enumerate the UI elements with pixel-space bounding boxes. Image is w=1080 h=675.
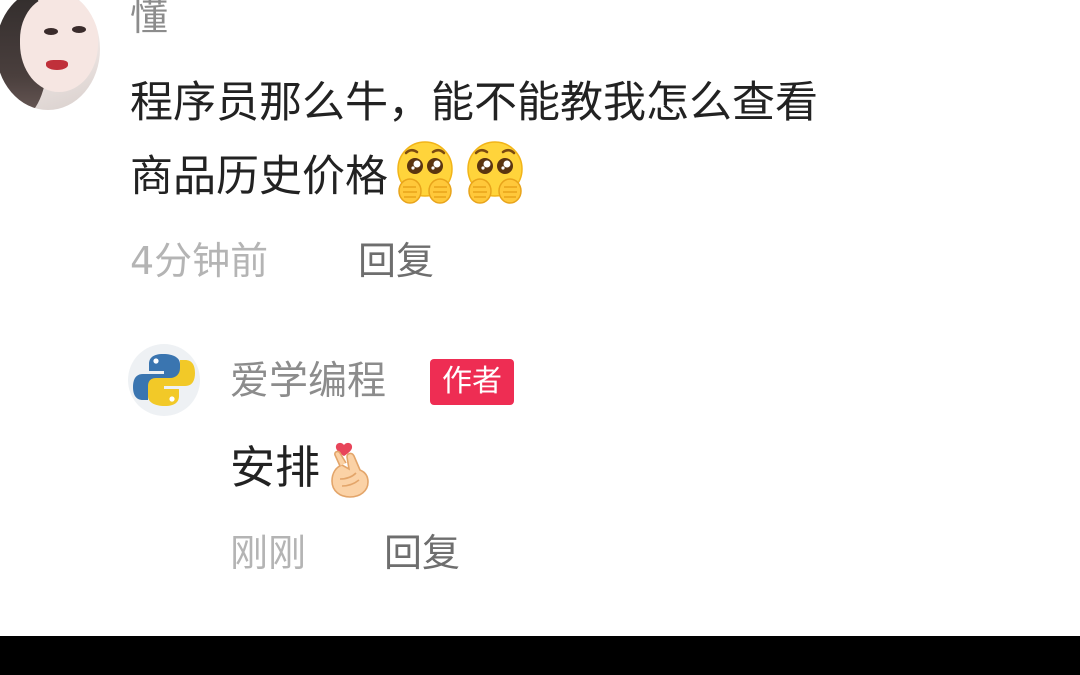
- bottom-black-bar: [0, 636, 1080, 675]
- comment-text-line2-wrap: 商品历史价格: [130, 139, 1030, 213]
- reply-timestamp: 刚刚: [230, 531, 307, 575]
- author-username[interactable]: 爱学编程: [230, 358, 386, 406]
- pleading-face-emoji-icon: [397, 141, 453, 204]
- comment-text-line2: 商品历史价格: [130, 152, 388, 202]
- pleading-face-emoji-icon: [467, 141, 523, 204]
- author-badge: 作者: [430, 359, 514, 405]
- comment-list: 懂 程序员那么牛，能不能教我怎么查看 商品历史价格 4分钟前 回复 爱学编程 作…: [0, 0, 1080, 636]
- comment-username[interactable]: 懂: [130, 0, 168, 40]
- screen: 懂 程序员那么牛，能不能教我怎么查看 商品历史价格 4分钟前 回复 爱学编程 作…: [0, 0, 1080, 675]
- author-avatar[interactable]: [128, 344, 200, 416]
- reply-button[interactable]: 回复: [358, 238, 434, 284]
- user-avatar[interactable]: [0, 0, 100, 110]
- comment-text-line1: 程序员那么牛，能不能教我怎么查看: [130, 78, 818, 128]
- author-reply-content: 安排: [230, 441, 321, 494]
- reply-button[interactable]: 回复: [384, 530, 460, 576]
- finger-heart-emoji-icon: [331, 442, 369, 498]
- author-reply-text: 安排: [230, 432, 378, 504]
- python-logo-icon: [133, 354, 195, 406]
- comment-text: 程序员那么牛，能不能教我怎么查看 商品历史价格: [130, 67, 1030, 213]
- comment-timestamp: 4分钟前: [130, 239, 269, 283]
